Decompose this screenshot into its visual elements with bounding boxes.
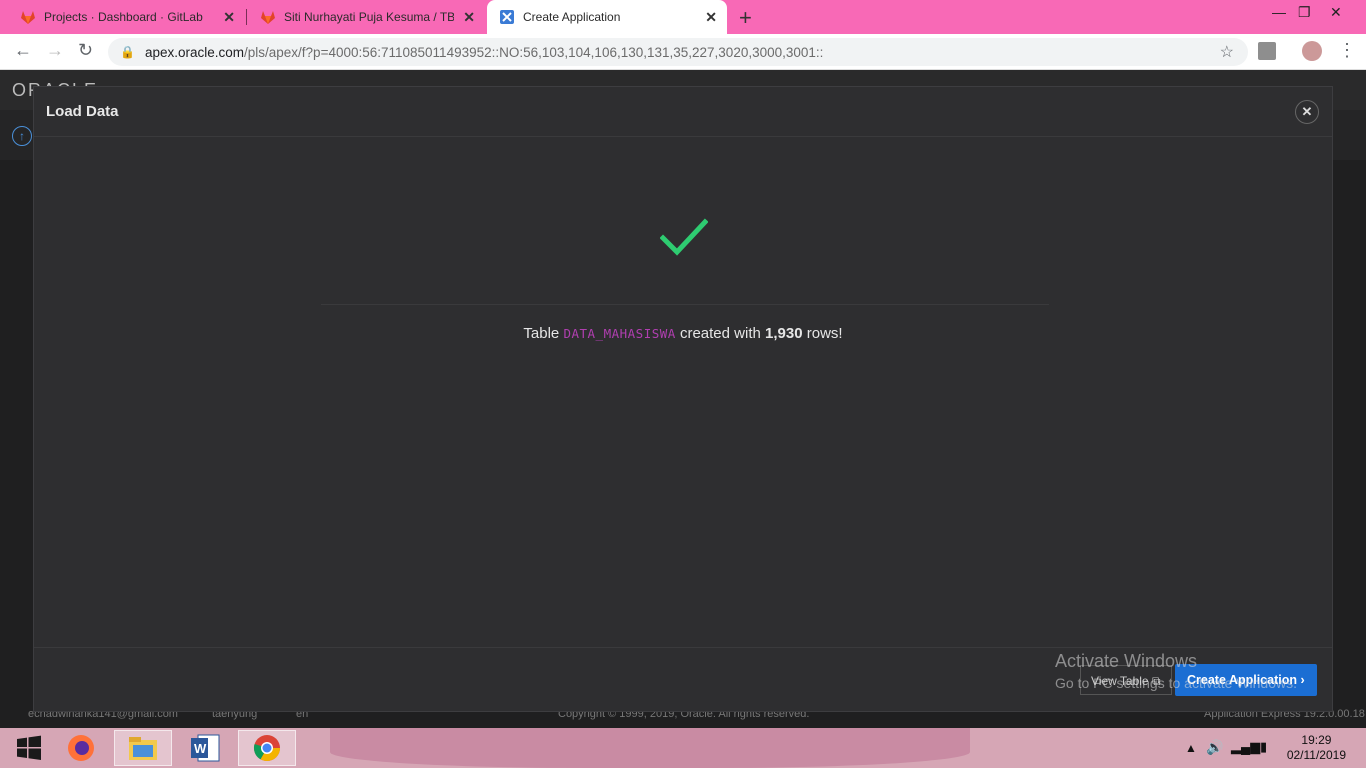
close-tab-icon[interactable]: ✕ [463,9,475,26]
activate-windows-watermark: Activate Windows [1055,651,1198,671]
battery-icon[interactable]: ▮ [1260,739,1267,755]
new-tab-icon[interactable]: + [739,5,752,31]
success-check-icon [660,218,708,256]
volume-icon[interactable]: 🔊 [1206,739,1223,756]
activate-windows-hint: Go to PC settings to activate Windows. [1055,675,1297,691]
gitlab-icon [261,11,275,24]
chrome-icon [253,735,281,762]
firefox-taskbar-button[interactable] [52,730,110,766]
bookmark-star-icon[interactable]: ☆ [1220,42,1234,62]
pdf-extension-icon[interactable] [1258,42,1276,60]
restore-icon[interactable]: ❐ [1298,4,1311,21]
menu-kebab-icon[interactable]: ⋮ [1338,40,1356,61]
table-name: DATA_MAHASISWA [563,326,676,341]
svg-text:W: W [194,741,207,756]
lock-icon: 🔒 [120,45,135,59]
dialog-title: Load Data [46,103,119,120]
windows-logo-icon [17,735,41,760]
tray-chevron-up-icon[interactable]: ▲ [1185,741,1197,755]
browser-tabstrip: Projects · Dashboard · GitLab ✕ Siti Nur… [0,0,1366,34]
tab-gitlab-dashboard[interactable]: Projects · Dashboard · GitLab ✕ [0,0,245,34]
close-window-icon[interactable]: ✕ [1330,4,1342,21]
url-text: apex.oracle.com/pls/apex/f?p=4000:56:711… [144,44,824,60]
network-signal-icon[interactable]: ▂▄▆ [1231,739,1260,755]
divider [321,304,1049,305]
dialog-header: Load Data ✕ [34,87,1332,137]
address-bar[interactable]: 🔒 apex.oracle.com/pls/apex/f?p=4000:56:7… [108,38,1248,66]
upload-icon[interactable]: ↑ [12,126,32,146]
gitlab-icon [21,11,35,24]
wallpaper-strip [330,728,970,768]
tab-gitlab-project[interactable]: Siti Nurhayati Puja Kesuma / TB D ✕ [240,0,485,34]
forward-icon[interactable]: → [46,40,64,61]
tab-title: Siti Nurhayati Puja Kesuma / TB D [284,10,454,24]
tab-title: Projects · Dashboard · GitLab [44,10,203,24]
start-button[interactable] [0,730,58,766]
profile-avatar[interactable] [1302,41,1322,61]
clock-date: 02/11/2019 [1286,748,1346,762]
word-taskbar-button[interactable]: W [176,730,234,766]
clock-time: 19:29 [1301,733,1332,747]
taskbar-clock[interactable]: 19:29 02/11/2019 [1287,733,1346,763]
firefox-icon [68,735,94,761]
success-message: Table DATA_MAHASISWA created with 1,930 … [523,325,843,342]
close-tab-icon[interactable]: ✕ [223,9,235,26]
browser-toolbar: ← → ↻ 🔒 apex.oracle.com/pls/apex/f?p=400… [0,34,1366,70]
tab-create-application[interactable]: Create Application ✕ [487,0,727,34]
row-count: 1,930 [765,325,803,342]
load-data-dialog: Load Data ✕ Table DATA_MAHASISWA created… [33,86,1333,712]
windows-taskbar: W ▲ 🔊 ▂▄▆ ▮ 19:29 02/11/2019 [0,728,1366,768]
close-dialog-icon[interactable]: ✕ [1295,100,1319,124]
reload-icon[interactable]: ↻ [78,40,93,61]
close-tab-icon[interactable]: ✕ [705,9,717,26]
word-icon: W [191,734,220,762]
chrome-taskbar-button[interactable] [238,730,296,766]
file-explorer-taskbar-button[interactable] [114,730,172,766]
tab-title: Create Application [523,10,621,24]
back-icon[interactable]: ← [14,40,32,61]
chevron-right-icon: › [1300,673,1305,687]
minimize-icon[interactable]: — [1272,4,1286,20]
apex-icon [500,10,514,24]
folder-icon [129,737,157,760]
